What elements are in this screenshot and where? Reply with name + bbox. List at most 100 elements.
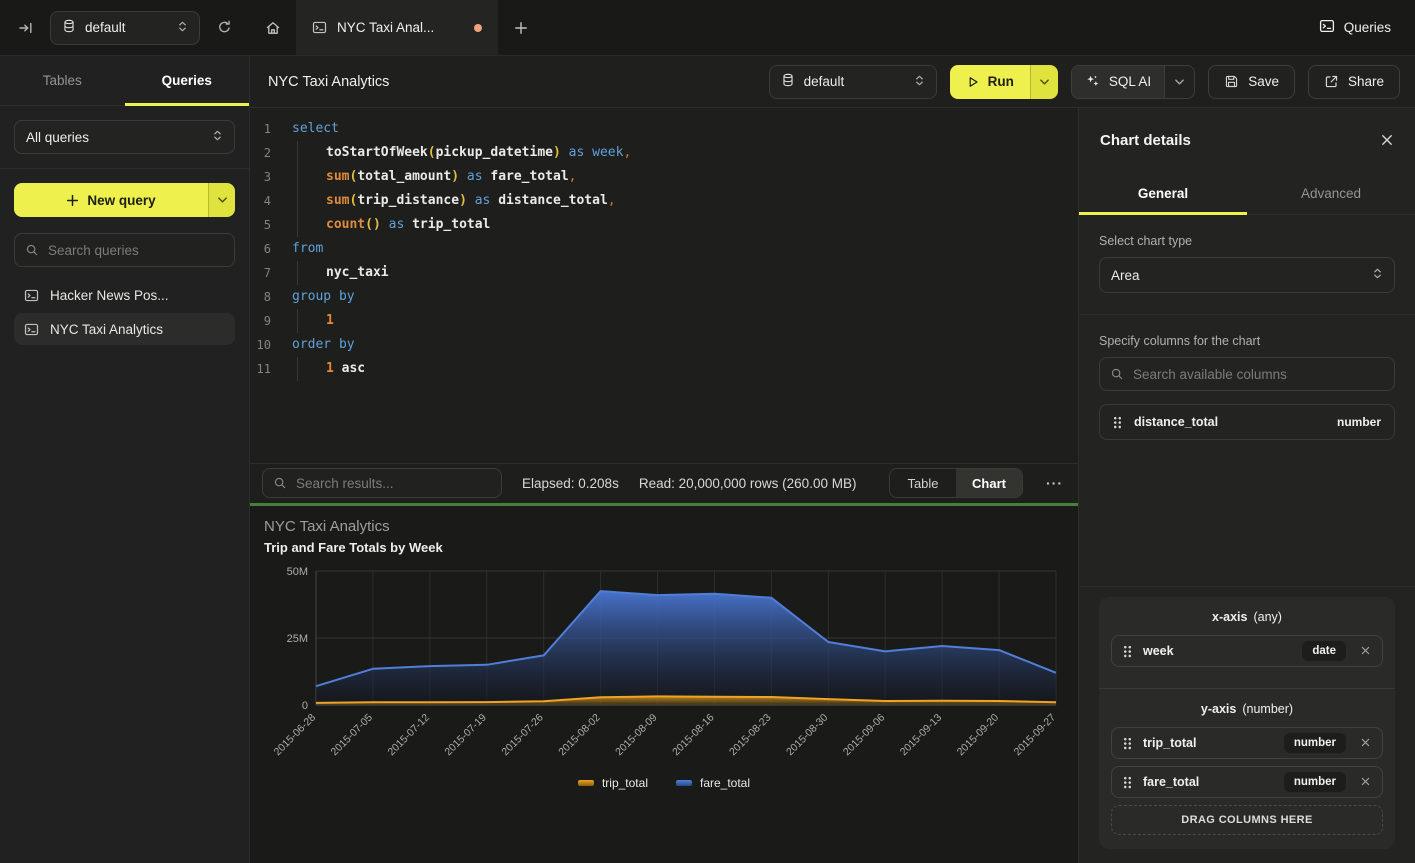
columns-label: Specify columns for the chart [1099,334,1395,348]
database-selector[interactable]: default [50,11,200,45]
code-line[interactable]: 8group by [250,285,1078,309]
column-name: week [1143,644,1174,658]
results-search-box[interactable] [262,468,502,498]
terminal-icon [1319,18,1335,37]
remove-column-button[interactable] [1360,644,1371,659]
columns-search-box[interactable] [1099,357,1395,391]
share-button[interactable]: Share [1308,65,1400,99]
tab-advanced[interactable]: Advanced [1247,172,1415,214]
divider [1079,314,1415,315]
code-line[interactable]: 6from [250,237,1078,261]
code-line[interactable]: 4sum(trip_distance) as distance_total, [250,189,1078,213]
chart-title: NYC Taxi Analytics [264,518,1064,535]
database-selector[interactable]: default [769,65,937,99]
column-type-badge: number [1284,733,1346,753]
y-axis-chips: trip_totalnumberfare_totalnumber [1111,727,1383,798]
chart-details-body: Select chart type Area Specify columns f… [1079,215,1415,863]
new-tab-button[interactable] [498,0,544,55]
available-column-chip[interactable]: distance_totalnumber [1099,404,1395,440]
svg-text:50M: 50M [287,566,308,578]
chart-type-select[interactable]: Area [1099,257,1395,293]
search-icon [1110,367,1124,381]
sidebar-query-item[interactable]: NYC Taxi Analytics [14,313,235,345]
refresh-button[interactable] [212,16,236,40]
play-icon [966,75,980,89]
sql-editor[interactable]: 1select2toStartOfWeek(pickup_datetime) a… [250,108,1078,463]
sidebar-tab-queries[interactable]: Queries [125,56,250,105]
run-button[interactable]: Run [950,65,1030,99]
top-bar-left: default [0,0,250,55]
code-line[interactable]: 5count() as trip_total [250,213,1078,237]
trend-chart[interactable]: 025M50M2015-06-282015-07-052015-07-12201… [264,561,1064,776]
axis-column-chip[interactable]: trip_totalnumber [1111,727,1383,759]
chart-pane: NYC Taxi Analytics Trip and Fare Totals … [250,506,1078,863]
new-query-dropdown-button[interactable] [208,183,235,217]
results-search-input[interactable] [296,476,491,491]
line-number: 7 [250,261,286,285]
drag-handle-icon[interactable] [1123,737,1132,750]
new-query-button[interactable]: New query [14,183,208,217]
save-icon [1224,74,1239,89]
tab-general[interactable]: General [1079,172,1247,214]
code-line[interactable]: 91 [250,309,1078,333]
query-filter-value: All queries [26,130,89,145]
close-icon [1360,736,1371,751]
axis-column-chip[interactable]: fare_totalnumber [1111,766,1383,798]
svg-text:2015-08-16: 2015-08-16 [670,711,717,758]
collapse-sidebar-button[interactable] [14,16,38,40]
sidebar-query-item[interactable]: Hacker News Pos... [14,279,235,311]
axis-config-card: x-axis(any) weekdate y-axis(number) trip… [1099,597,1395,849]
more-options-button[interactable]: ··· [1043,475,1066,491]
run-dropdown-button[interactable] [1030,65,1058,99]
svg-text:2015-08-30: 2015-08-30 [784,711,831,758]
top-bar: default NYC Taxi Anal... Querie [0,0,1415,56]
line-number: 10 [250,333,286,357]
database-selector-value: default [804,74,845,89]
plus-icon [66,194,79,207]
remove-column-button[interactable] [1360,775,1371,790]
save-label: Save [1248,74,1279,89]
tab-title: NYC Taxi Anal... [337,20,434,35]
query-filter-select[interactable]: All queries [14,120,235,154]
code-line[interactable]: 2toStartOfWeek(pickup_datetime) as week, [250,141,1078,165]
tab-strip: NYC Taxi Anal... [250,0,544,55]
svg-text:2015-08-23: 2015-08-23 [727,711,774,758]
database-icon [781,73,795,90]
code-line[interactable]: 111 asc [250,357,1078,381]
chart-details-tabs: General Advanced [1079,172,1415,215]
line-number: 5 [250,213,286,237]
code-line[interactable]: 1select [250,117,1078,141]
sql-ai-dropdown-button[interactable] [1164,66,1194,98]
tab-nyc-taxi-analytics[interactable]: NYC Taxi Anal... [296,0,498,55]
save-button[interactable]: Save [1208,65,1295,99]
legend-swatch [578,780,594,786]
drag-columns-drop-zone[interactable]: DRAG COLUMNS HERE [1111,805,1383,835]
drag-handle-icon[interactable] [1123,645,1132,658]
remove-column-button[interactable] [1360,736,1371,751]
top-bar-right: Queries [1319,0,1415,55]
sidebar-tab-tables[interactable]: Tables [0,56,125,105]
columns-search-input[interactable] [1133,367,1384,382]
view-toggle-chart[interactable]: Chart [956,469,1022,497]
axis-column-chip[interactable]: weekdate [1111,635,1383,667]
code-line[interactable]: 10order by [250,333,1078,357]
legend-item[interactable]: fare_total [676,776,750,790]
column-name: fare_total [1143,775,1199,789]
queries-button[interactable]: Queries [1319,18,1391,37]
query-search-box[interactable] [14,233,235,267]
code-line[interactable]: 3sum(total_amount) as fare_total, [250,165,1078,189]
home-button[interactable] [250,0,296,55]
chart-details-title: Chart details [1100,132,1191,149]
legend-item[interactable]: trip_total [578,776,648,790]
view-toggle-table[interactable]: Table [890,469,956,497]
close-panel-button[interactable] [1380,133,1394,147]
drag-handle-icon[interactable] [1113,416,1122,429]
read-stat: Read: 20,000,000 rows (260.00 MB) [639,476,857,491]
chevron-updown-icon [212,129,223,145]
sql-ai-button[interactable]: SQL AI [1072,66,1164,98]
query-search-input[interactable] [48,243,224,258]
drag-handle-icon[interactable] [1123,776,1132,789]
code-line[interactable]: 7nyc_taxi [250,261,1078,285]
query-header: NYC Taxi Analytics default Run [250,56,1415,108]
new-query-label: New query [87,193,155,208]
